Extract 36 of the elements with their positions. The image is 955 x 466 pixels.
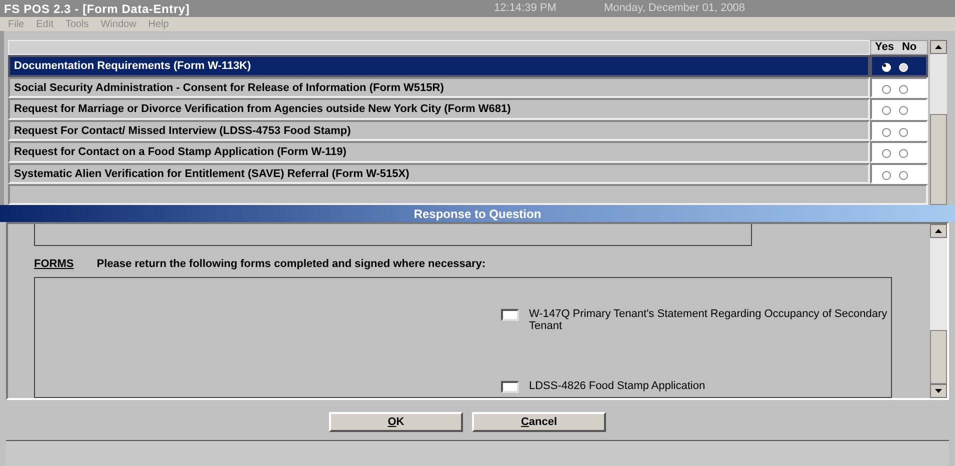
scroll-up-icon <box>935 229 942 233</box>
column-header: Yes <box>875 40 894 56</box>
question-row[interactable] <box>8 184 928 205</box>
date-text: Monday, December 01, 2008 <box>604 1 746 16</box>
radio-button[interactable] <box>899 128 908 137</box>
dialog-button[interactable]: OK <box>329 412 463 432</box>
radio-button[interactable] <box>882 84 891 94</box>
radio-button[interactable] <box>899 106 908 116</box>
radio-button[interactable] <box>899 149 908 158</box>
instruction-text: Please return the following forms completed and signed where necessary: <box>96 256 486 272</box>
radio-button[interactable] <box>882 149 891 158</box>
window-title: FS POS 2.3 - [Form Data-Entry] <box>4 0 191 18</box>
question-row[interactable]: Social Security Administration - Consent for Release of Information (Form W515R) <box>8 76 870 98</box>
dialog-title: Response to Question <box>414 206 542 222</box>
clock-time: 12:14:39 PM <box>494 1 558 16</box>
question-row[interactable]: Request For Contact/ Missed Interview (LDSS-4753 Food Stamp) <box>8 120 870 141</box>
radio-button[interactable] <box>882 106 891 116</box>
question-row[interactable]: Systematic Alien Verification for Entitlement (SAVE) Referral (Form W-515X) <box>8 162 870 184</box>
scroll-down-icon <box>935 389 942 393</box>
radio-button[interactable] <box>899 84 908 94</box>
scroll-up-icon <box>935 45 942 49</box>
section-label: FORMS <box>34 256 74 272</box>
question-row[interactable]: Request for Marriage or Divorce Verification from Agencies outside New York City (Form W681) <box>8 98 870 120</box>
checkbox[interactable] <box>501 381 519 394</box>
scrollbar[interactable] <box>930 224 947 398</box>
dialog-button[interactable]: Cancel <box>472 412 606 432</box>
scrollbar[interactable] <box>930 40 947 205</box>
question-row[interactable]: Request for Contact on a Food Stamp Application (Form W-119) <box>8 141 870 162</box>
form-label: W-147Q Primary Tenant's Statement Regarding Occupancy of Secondary Tenant <box>529 308 888 332</box>
radio-button[interactable] <box>899 170 908 180</box>
form-label: LDSS-4826 Food Stamp Application <box>529 380 706 392</box>
question-row[interactable]: Documentation Requirements (Form W-113K) <box>8 55 870 76</box>
column-header: No <box>902 40 917 56</box>
checkbox[interactable] <box>501 309 519 322</box>
radio-button[interactable] <box>882 128 891 137</box>
radio-button[interactable] <box>882 170 891 180</box>
